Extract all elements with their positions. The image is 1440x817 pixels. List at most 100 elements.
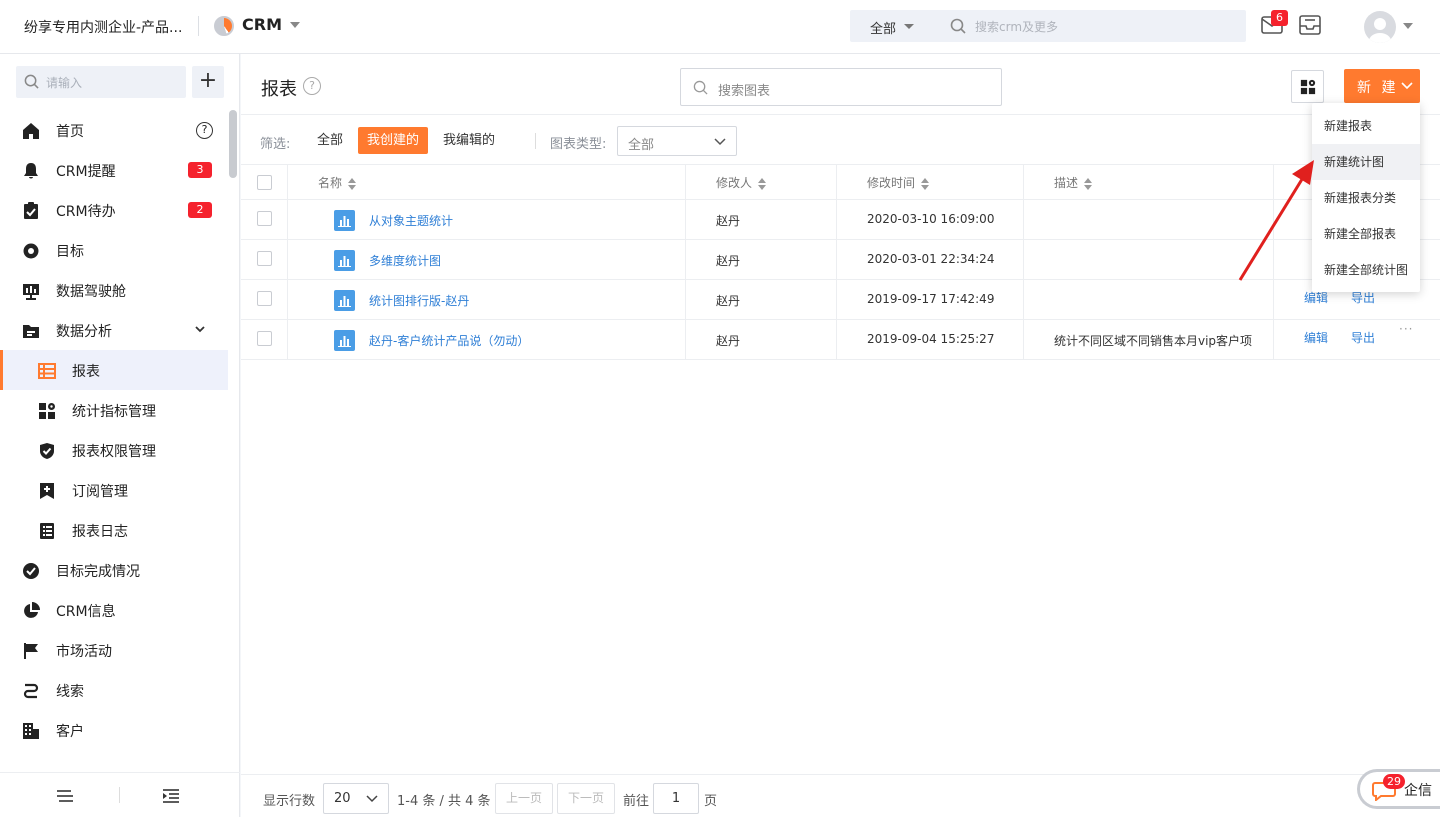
new-button-label: 新 建: [1357, 80, 1399, 96]
row-checkbox[interactable]: [257, 291, 272, 306]
menu-item-new-report[interactable]: 新建报表: [1312, 108, 1420, 144]
table-icon: [38, 363, 56, 379]
help-icon[interactable]: ?: [303, 77, 321, 95]
sidebar-item-data-cockpit[interactable]: 数据驾驶舱: [0, 270, 228, 310]
home-icon: [23, 123, 39, 139]
export-link[interactable]: 导出: [1351, 329, 1375, 346]
inbox-icon[interactable]: [1299, 15, 1321, 35]
modified-time-cell: 2020-03-01 22:34:24: [867, 252, 995, 266]
modifier-cell: 赵丹: [716, 334, 741, 348]
table-row[interactable]: 赵丹-客户统计产品说（勿动） 赵丹 2019-09-04 15:25:27 统计…: [241, 320, 1440, 360]
help-icon[interactable]: ?: [196, 122, 213, 139]
chart-type-label: 图表类型:: [550, 137, 607, 152]
add-button[interactable]: +: [192, 66, 224, 98]
sidebar-item-target[interactable]: 目标: [0, 230, 228, 270]
crm-logo-icon: [214, 16, 234, 36]
select-all-checkbox[interactable]: [257, 175, 272, 190]
scrollbar[interactable]: [229, 110, 237, 178]
target-icon: [23, 243, 39, 259]
global-search[interactable]: 全部 搜索crm及更多: [850, 10, 1246, 42]
report-name-link[interactable]: 赵丹-客户统计产品说（勿动）: [369, 332, 529, 349]
layout-toggle-button[interactable]: [1291, 70, 1324, 103]
chart-type-select[interactable]: 全部: [617, 126, 737, 156]
sidebar-item-home[interactable]: 首页 ?: [0, 110, 228, 150]
search-icon: [950, 18, 966, 34]
filter-option-edited-by-me[interactable]: 我编辑的: [434, 127, 504, 154]
chevron-down-icon[interactable]: [904, 24, 914, 29]
clipboard-check-icon: [24, 202, 38, 219]
chevron-down-icon: [1401, 82, 1413, 90]
pie-chart-icon: [24, 602, 40, 618]
sidebar-item-label: 客户: [56, 724, 84, 740]
sort-icon[interactable]: [758, 177, 767, 190]
sidebar-item-report-log[interactable]: 报表日志: [0, 510, 228, 550]
bell-icon: [24, 163, 38, 179]
route-icon: [23, 683, 39, 699]
new-button[interactable]: 新 建: [1344, 69, 1420, 103]
chevron-down-icon[interactable]: [194, 323, 206, 335]
column-header-modified-time[interactable]: 修改时间: [867, 174, 930, 191]
company-name[interactable]: 纷享专用内测企业-产品...: [24, 17, 182, 37]
sidebar-item-leads[interactable]: 线索: [0, 670, 228, 710]
swap-icon[interactable]: [56, 789, 74, 803]
sidebar-item-label: 报表日志: [72, 524, 128, 540]
search-scope-select[interactable]: 全部: [870, 18, 896, 37]
column-header-label: 描述: [1054, 176, 1079, 190]
sidebar-item-metric-management[interactable]: 统计指标管理: [0, 390, 228, 430]
column-header-label: 修改人: [716, 176, 753, 190]
row-checkbox[interactable]: [257, 251, 272, 266]
sidebar-item-target-completion[interactable]: 目标完成情况: [0, 550, 228, 590]
sidebar-search-input[interactable]: 请输入: [16, 66, 186, 98]
next-page-button[interactable]: 下一页: [557, 783, 615, 814]
chevron-down-icon[interactable]: [1403, 23, 1413, 29]
sidebar-item-label: 报表: [72, 364, 100, 380]
sidebar-item-marketing[interactable]: 市场活动: [0, 630, 228, 670]
column-header-modifier[interactable]: 修改人: [716, 174, 767, 191]
sidebar-item-label: 统计指标管理: [72, 404, 156, 420]
prev-page-button[interactable]: 上一页: [495, 783, 553, 814]
app-switcher[interactable]: CRM: [242, 15, 282, 34]
report-name-link[interactable]: 统计图排行版-赵丹: [369, 292, 469, 309]
sidebar-item-subscription[interactable]: 订阅管理: [0, 470, 228, 510]
sort-icon[interactable]: [348, 177, 357, 190]
search-input[interactable]: 搜索crm及更多: [975, 18, 1058, 35]
row-checkbox[interactable]: [257, 331, 272, 346]
pagination: 显示行数 20 1-4 条 / 共 4 条 上一页 下一页 前往 1 页: [241, 774, 1440, 817]
report-name-link[interactable]: 多维度统计图: [369, 252, 441, 269]
sidebar-item-reports[interactable]: 报表: [0, 350, 228, 390]
rows-per-page-label: 显示行数: [263, 794, 316, 809]
column-header-description[interactable]: 描述: [1054, 174, 1093, 191]
folder-chart-icon: [23, 325, 39, 338]
sort-icon[interactable]: [921, 177, 930, 190]
sidebar-item-label: 首页: [56, 124, 84, 140]
sidebar-item-label: 报表权限管理: [72, 444, 156, 460]
divider: [535, 133, 536, 149]
chart-search-input[interactable]: 搜索图表: [680, 68, 1002, 106]
sidebar-item-label: 目标: [56, 244, 84, 260]
chart-type-value: 全部: [628, 138, 655, 153]
grid-gear-icon: [39, 403, 55, 419]
page-size-select[interactable]: 20: [323, 783, 389, 814]
sidebar-item-crm-reminder[interactable]: CRM提醒 3: [0, 150, 228, 190]
sidebar-item-data-analysis[interactable]: 数据分析: [0, 310, 228, 350]
goto-label: 前往: [623, 794, 650, 809]
page-title: 报表: [261, 79, 297, 100]
more-icon[interactable]: ···: [1399, 322, 1413, 336]
sort-icon[interactable]: [1084, 177, 1093, 190]
edit-link[interactable]: 编辑: [1304, 329, 1328, 346]
avatar[interactable]: [1364, 11, 1396, 43]
annotation-arrow-icon: [1238, 160, 1314, 281]
goto-page-input[interactable]: 1: [653, 783, 699, 814]
filter-option-created-by-me[interactable]: 我创建的: [358, 127, 429, 154]
description-cell: 统计不同区域不同销售本月vip客户项: [1054, 334, 1253, 348]
sidebar-item-crm-info[interactable]: CRM信息: [0, 590, 228, 630]
column-header-name[interactable]: 名称: [318, 174, 357, 191]
report-name-link[interactable]: 从对象主题统计: [369, 212, 453, 229]
sidebar-item-customers[interactable]: 客户: [0, 710, 228, 750]
filter-option-all[interactable]: 全部: [308, 127, 352, 154]
sidebar-item-report-permission[interactable]: 报表权限管理: [0, 430, 228, 470]
row-checkbox[interactable]: [257, 211, 272, 226]
sidebar-item-crm-todo[interactable]: CRM待办 2: [0, 190, 228, 230]
collapse-menu-icon[interactable]: [162, 789, 180, 803]
chevron-down-icon[interactable]: [290, 22, 300, 28]
